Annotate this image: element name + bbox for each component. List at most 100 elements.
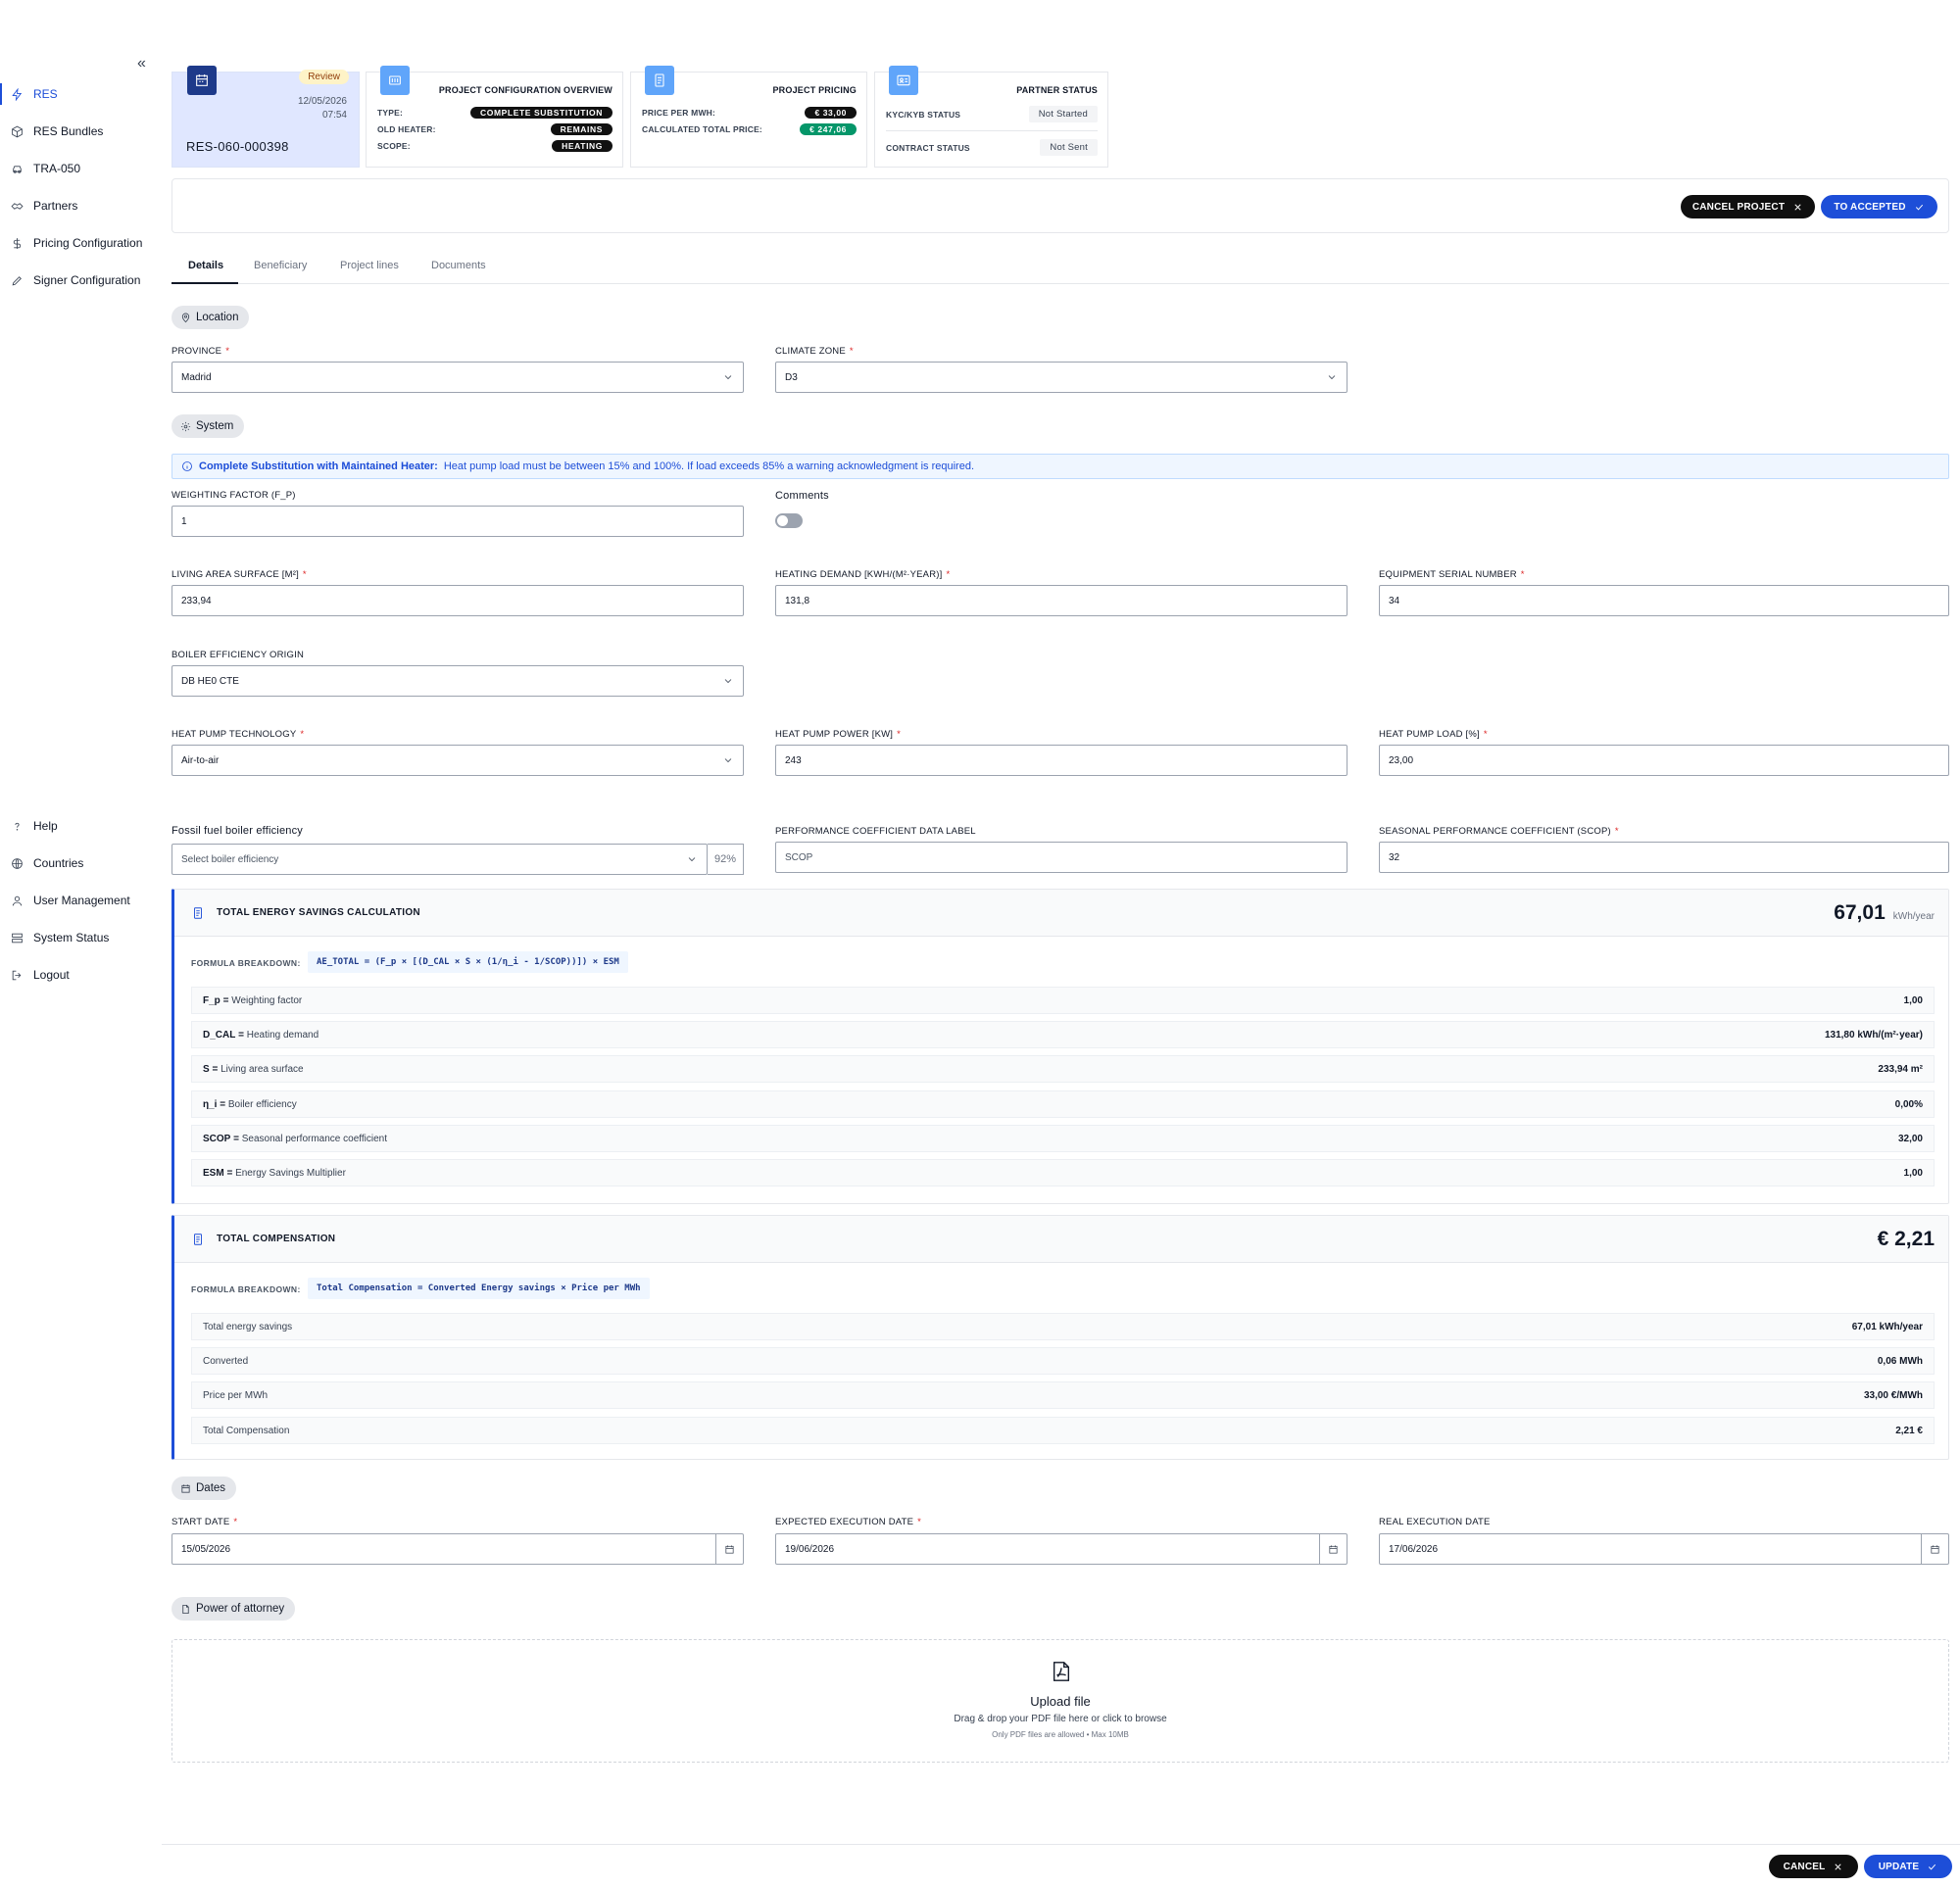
- real-date-label: REAL EXECUTION DATE: [1379, 1517, 1491, 1527]
- type-pill: COMPLETE SUBSTITUTION: [470, 107, 612, 119]
- old-heater-pill: REMAINS: [550, 123, 612, 135]
- kyc-status-value: Not Started: [1028, 106, 1098, 122]
- expected-date-input[interactable]: 19/06/2026: [775, 1533, 1348, 1565]
- province-select[interactable]: Madrid: [172, 362, 744, 393]
- compensation-row: Total energy savings 67,01 kWh/year: [191, 1313, 1935, 1340]
- cancel-project-button[interactable]: CANCEL PROJECT: [1681, 195, 1815, 218]
- climate-zone-select[interactable]: D3: [775, 362, 1348, 393]
- sidebar-item-pricing-configuration[interactable]: Pricing Configuration: [0, 224, 157, 262]
- project-code: RES-060-000398: [186, 139, 289, 154]
- sidebar-item-res[interactable]: RES: [0, 75, 157, 113]
- close-icon: [1835, 1863, 1842, 1870]
- sidebar-item-user-management[interactable]: User Management: [0, 882, 157, 919]
- sidebar-item-system-status[interactable]: System Status: [0, 919, 157, 956]
- sidebar: « RES RES Bundles TRA-050 Partners Prici…: [0, 0, 157, 1888]
- info-icon: [182, 461, 192, 471]
- required-mark: *: [849, 346, 854, 357]
- weighting-factor-input[interactable]: 1: [172, 506, 744, 537]
- active-tab-indicator: [172, 282, 238, 284]
- price-per-mwh-pill: € 33,00: [805, 107, 857, 119]
- fossil-efficiency-select[interactable]: Select boiler efficiency: [172, 844, 708, 875]
- row-label: CONTRACT STATUS: [886, 142, 970, 153]
- var-key: η_i: [203, 1098, 218, 1110]
- row-desc: Total energy savings: [203, 1321, 293, 1332]
- label-text: PROVINCE: [172, 346, 222, 357]
- living-area-input[interactable]: 233,94: [172, 585, 744, 616]
- scop-input[interactable]: 32: [1379, 842, 1949, 873]
- pdf-file-icon: [1052, 1661, 1071, 1682]
- row-desc: Price per MWh: [203, 1389, 269, 1401]
- collapse-sidebar-icon[interactable]: «: [137, 55, 146, 73]
- sidebar-item-res-bundles[interactable]: RES Bundles: [0, 113, 157, 150]
- comments-toggle[interactable]: [775, 513, 803, 528]
- var-value: 0,00%: [1894, 1098, 1923, 1110]
- sidebar-item-label: System Status: [33, 931, 110, 944]
- panel-header: TOTAL ENERGY SAVINGS CALCULATION 67,01 kW…: [174, 890, 1948, 937]
- sidebar-item-logout[interactable]: Logout: [0, 956, 157, 993]
- document-icon: [645, 66, 674, 95]
- sidebar-item-countries[interactable]: Countries: [0, 845, 157, 882]
- var-key: F_p: [203, 994, 220, 1006]
- perf-label-input[interactable]: SCOP: [775, 842, 1348, 873]
- required-mark: *: [917, 1517, 922, 1527]
- config-overview-card: PROJECT CONFIGURATION OVERVIEW TYPE: COM…: [366, 66, 623, 168]
- label-text: CLIMATE ZONE: [775, 346, 846, 357]
- heater-icon: [380, 66, 410, 95]
- province-label: PROVINCE *: [172, 346, 229, 357]
- panel-title: TOTAL COMPENSATION: [217, 1234, 336, 1244]
- tab-details[interactable]: Details: [188, 260, 223, 271]
- label-text: EQUIPMENT SERIAL NUMBER: [1379, 569, 1517, 580]
- sidebar-item-tra-050[interactable]: TRA-050: [0, 150, 157, 187]
- heating-demand-input[interactable]: 131,8: [775, 585, 1348, 616]
- tab-beneficiary[interactable]: Beneficiary: [254, 260, 307, 271]
- tab-project-lines[interactable]: Project lines: [340, 260, 399, 271]
- chevron-down-icon: [1326, 371, 1338, 383]
- label-text: SEASONAL PERFORMANCE COEFFICIENT (SCOP): [1379, 826, 1611, 837]
- hp-power-input[interactable]: 243: [775, 745, 1348, 776]
- update-button[interactable]: UPDATE: [1864, 1855, 1952, 1878]
- question-icon: [10, 819, 24, 833]
- label-text: LIVING AREA SURFACE [M²]: [172, 569, 299, 580]
- sidebar-item-label: User Management: [33, 894, 130, 907]
- calendar-icon[interactable]: [1921, 1534, 1948, 1564]
- variable-row: D_CAL = Heating demand 131,80 kWh/(m²·yea…: [191, 1021, 1935, 1048]
- hp-technology-select[interactable]: Air-to-air: [172, 745, 744, 776]
- sidebar-item-signer-configuration[interactable]: Signer Configuration: [0, 262, 157, 299]
- perf-label-label: PERFORMANCE COEFFICIENT DATA LABEL: [775, 826, 976, 837]
- var-key: ESM: [203, 1167, 224, 1179]
- label-text: HEAT PUMP POWER [KW]: [775, 729, 894, 740]
- file-dropzone[interactable]: Upload file Drag & drop your PDF file he…: [172, 1639, 1949, 1763]
- sidebar-nav-top: RES RES Bundles TRA-050 Partners Pricing…: [0, 75, 157, 299]
- to-accepted-button[interactable]: TO ACCEPTED: [1821, 195, 1937, 218]
- var-value: 32,00: [1897, 1133, 1923, 1144]
- sidebar-item-help[interactable]: Help: [0, 807, 157, 845]
- package-icon: [10, 124, 24, 138]
- serial-number-input[interactable]: 34: [1379, 585, 1949, 616]
- partner-status-card: PARTNER STATUS KYC/KYB STATUS Not Starte…: [874, 66, 1108, 168]
- action-bar: CANCEL PROJECT TO ACCEPTED: [172, 178, 1949, 233]
- tab-documents[interactable]: Documents: [431, 260, 486, 271]
- sidebar-item-label: TRA-050: [33, 162, 81, 175]
- select-value: Air-to-air: [181, 754, 220, 766]
- required-mark: *: [1483, 729, 1488, 740]
- hp-power-label: HEAT PUMP POWER [KW] *: [775, 729, 901, 740]
- sidebar-item-label: Countries: [33, 856, 84, 870]
- cancel-button[interactable]: CANCEL: [1769, 1855, 1858, 1878]
- variable-row: F_p = Weighting factor 1,00: [191, 987, 1935, 1014]
- car-icon: [10, 162, 24, 175]
- check-icon: [1929, 1864, 1936, 1869]
- boiler-origin-select[interactable]: DB HE0 CTE: [172, 665, 744, 697]
- document-icon: [191, 906, 205, 920]
- climate-zone-label: CLIMATE ZONE *: [775, 346, 854, 357]
- pen-icon: [10, 273, 24, 287]
- start-date-input[interactable]: 15/05/2026: [172, 1533, 744, 1565]
- button-label: CANCEL: [1783, 1861, 1826, 1872]
- calendar-icon[interactable]: [715, 1534, 743, 1564]
- hp-load-input[interactable]: 23,00: [1379, 745, 1949, 776]
- calendar-icon[interactable]: [1319, 1534, 1347, 1564]
- sidebar-item-partners[interactable]: Partners: [0, 187, 157, 224]
- close-icon: [1794, 203, 1801, 211]
- handshake-icon: [10, 199, 24, 213]
- real-date-input[interactable]: 17/06/2026: [1379, 1533, 1949, 1565]
- fossil-efficiency-label: Fossil fuel boiler efficiency: [172, 825, 303, 837]
